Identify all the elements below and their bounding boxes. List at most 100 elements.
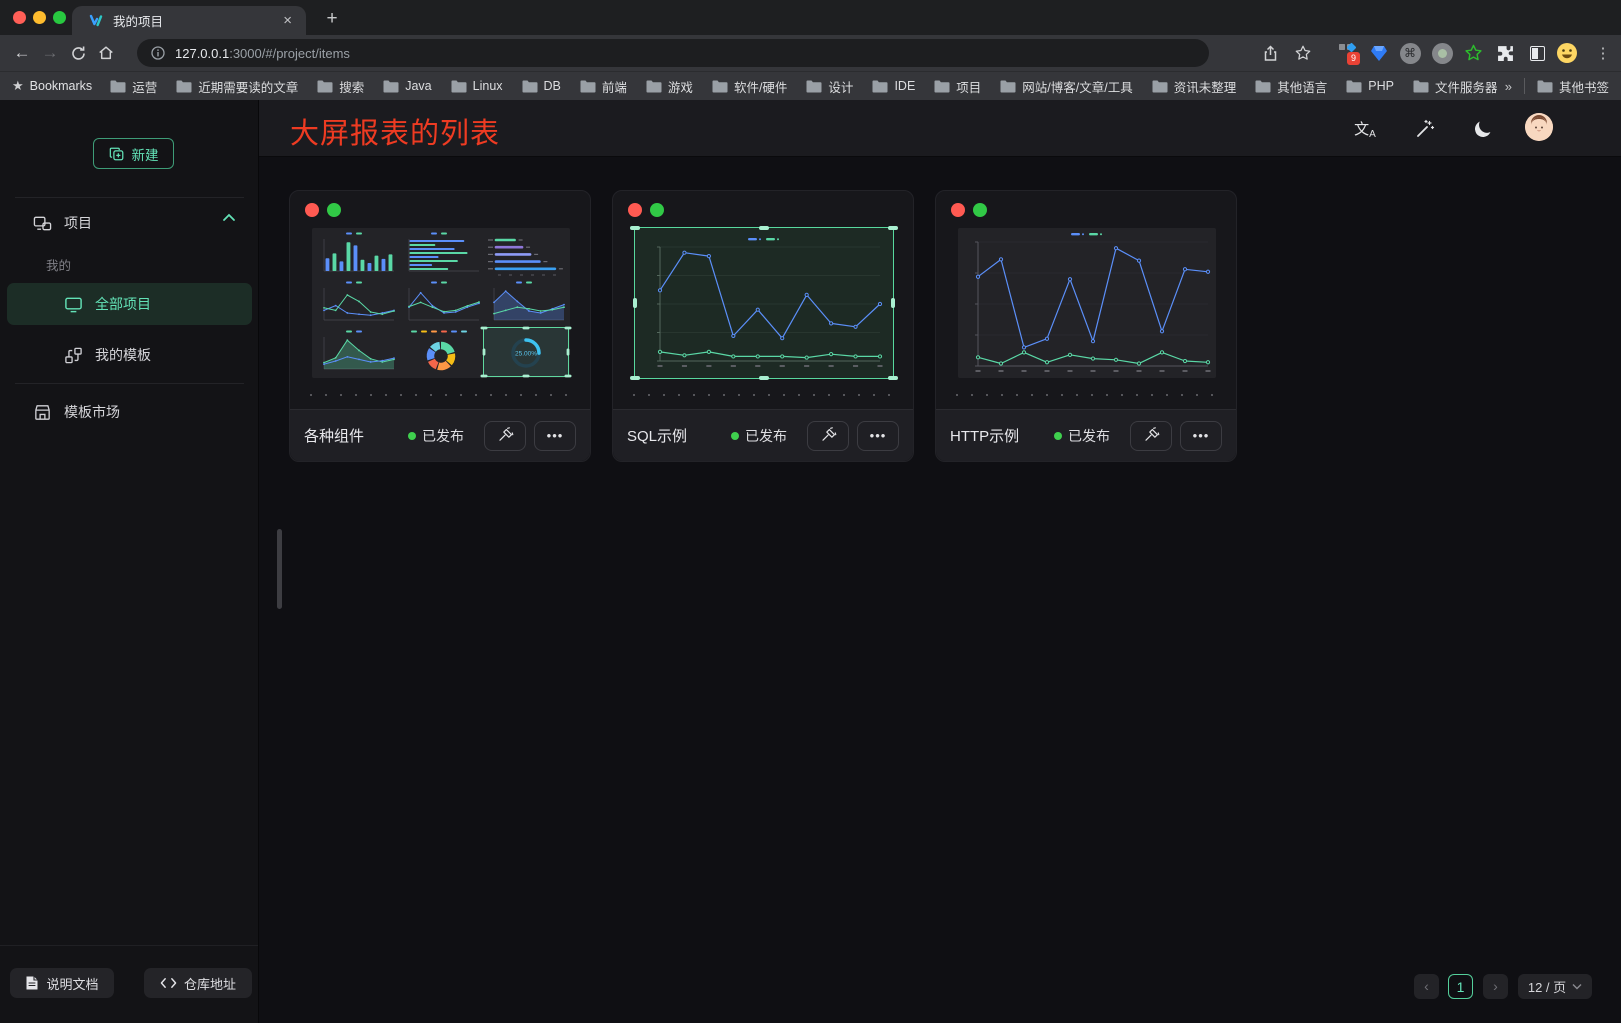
new-project-button[interactable]: 新建 [93,138,174,169]
page-title: 大屏报表的列表 [290,110,500,152]
bookmark-folder[interactable]: 资讯未整理 [1152,77,1237,96]
mini-chart-cell [399,230,483,278]
status-dot [731,432,739,440]
new-tab-button[interactable]: + [318,5,346,33]
bookmark-folder[interactable]: 游戏 [646,77,693,96]
sidebar: 新建 项目 我的 全部项目 我的模板 [0,100,259,1023]
extension-gem-icon[interactable] [1368,42,1390,64]
window-zoom-button[interactable] [53,11,66,24]
page-size-select[interactable]: 12 / 页 [1518,974,1592,999]
selection-handle[interactable] [565,327,572,330]
bookmark-folder[interactable]: IDE [872,79,915,93]
sidebar-label-mine: 我的 [46,255,71,274]
selection-handle[interactable] [481,327,488,330]
bookmark-folder[interactable]: 网站/博客/文章/工具 [1000,77,1132,96]
bookmarks-overflow-icon[interactable]: » [1505,79,1512,94]
sidebar-item-my-templates[interactable]: 我的模板 [64,335,151,375]
share-icon[interactable] [1259,42,1281,64]
selection-handle[interactable] [523,327,530,330]
profile-avatar-icon[interactable] [1556,42,1578,64]
sidebar-divider [15,197,244,198]
bookmark-folder[interactable]: 前端 [580,77,627,96]
extension-grid-diamond-icon[interactable]: 9 [1337,42,1359,64]
more-options-button[interactable]: ••• [1180,421,1222,451]
bookmarks-right-group: » 其他书签 [1505,77,1609,96]
app-header: 大屏报表的列表 文A [259,100,1621,157]
dotted-separator [310,394,570,396]
user-avatar[interactable] [1525,113,1553,141]
docs-button[interactable]: 说明文档 [10,968,114,998]
sidebar-item-all-projects[interactable]: 全部项目 [7,283,252,325]
bookmark-folder[interactable]: Linux [451,79,503,93]
pagination-page-1[interactable]: 1 [1448,974,1473,999]
extensions-puzzle-icon[interactable] [1494,42,1516,64]
bookmark-star-icon[interactable] [1292,42,1314,64]
selection-handle[interactable] [523,375,530,378]
other-bookmarks-folder[interactable]: 其他书签 [1537,77,1609,96]
selection-handle[interactable] [567,349,570,356]
edit-hammer-button[interactable] [484,421,526,451]
translate-icon[interactable]: 文A [1352,116,1378,142]
bookmark-folder[interactable]: DB [522,79,561,93]
scrollbar-thumb[interactable] [277,529,282,609]
browser-menu-icon[interactable]: ⋮ [1592,42,1614,64]
tab-close-icon[interactable]: × [279,12,296,29]
publish-status: 已发布 [1054,426,1110,446]
project-card-http[interactable]: HTTP示例 已发布 ••• [935,190,1237,462]
chevron-up-icon[interactable] [222,213,236,222]
extension-command-icon[interactable]: ⌘ [1399,42,1421,64]
card-red-dot [305,203,319,217]
project-name: HTTP示例 [950,425,1054,446]
mini-chart [484,279,568,327]
edit-hammer-button[interactable] [807,421,849,451]
bookmark-folder[interactable]: 其他语言 [1255,77,1327,96]
repo-button[interactable]: 仓库地址 [144,968,252,998]
pagination-next-button[interactable]: › [1483,974,1508,999]
browser-toolbar: ← → 127.0.0.1:3000/#/project/items 9 ⌘ [0,35,1621,71]
edit-hammer-button[interactable] [1130,421,1172,451]
sidebar-item-template-market[interactable]: 模板市场 [33,392,120,432]
forward-icon[interactable]: → [36,43,64,63]
screens-icon [33,214,52,233]
window-minimize-button[interactable] [33,11,46,24]
bookmark-folder[interactable]: 软件/硬件 [712,77,787,96]
bookmark-folder[interactable]: 设计 [806,77,853,96]
project-thumbnail-selected [635,228,893,378]
side-panel-icon[interactable] [1526,42,1548,64]
back-icon[interactable]: ← [8,43,36,63]
bookmark-folder[interactable]: 运营 [110,77,157,96]
home-icon[interactable] [92,44,120,62]
project-name: 各种组件 [304,425,408,446]
copy-plus-icon [109,146,125,162]
extension-green-star-icon[interactable] [1462,42,1484,64]
selection-handle[interactable] [481,375,488,378]
more-options-button[interactable]: ••• [857,421,899,451]
mini-chart-cell [399,328,483,376]
dark-mode-moon-icon[interactable] [1470,116,1496,142]
reload-icon[interactable] [64,45,92,62]
more-options-button[interactable]: ••• [534,421,576,451]
site-info-icon[interactable] [151,46,165,60]
window-close-button[interactable] [13,11,26,24]
magic-wand-icon[interactable] [1412,116,1438,142]
address-bar[interactable]: 127.0.0.1:3000/#/project/items [137,39,1209,67]
selection-handle[interactable] [483,349,486,356]
template-blocks-icon [64,346,83,365]
bookmark-folder[interactable]: 近期需要读的文章 [176,77,298,96]
bookmark-folder[interactable]: PHP [1346,79,1394,93]
svg-text:25.00%: 25.00% [515,351,537,358]
project-card-sql[interactable]: SQL示例 已发布 ••• [612,190,914,462]
bookmark-folder[interactable]: 搜索 [317,77,364,96]
pagination-prev-button[interactable]: ‹ [1414,974,1439,999]
mini-chart-cell: 25.00% [484,328,568,376]
bookmark-folder[interactable]: 项目 [934,77,981,96]
project-card-components[interactable]: 25.00% 各种组件 已发布 ••• [289,190,591,462]
browser-tab[interactable]: 我的项目 × [72,6,306,35]
bookmark-folder[interactable]: 文件服务器 [1413,77,1498,96]
card-green-dot [973,203,987,217]
sidebar-group-project[interactable]: 项目 [33,205,92,241]
project-thumbnail: 25.00% [312,228,570,378]
extension-record-icon[interactable] [1431,42,1453,64]
selection-handle[interactable] [565,375,572,378]
bookmark-folder[interactable]: Java [383,79,431,93]
